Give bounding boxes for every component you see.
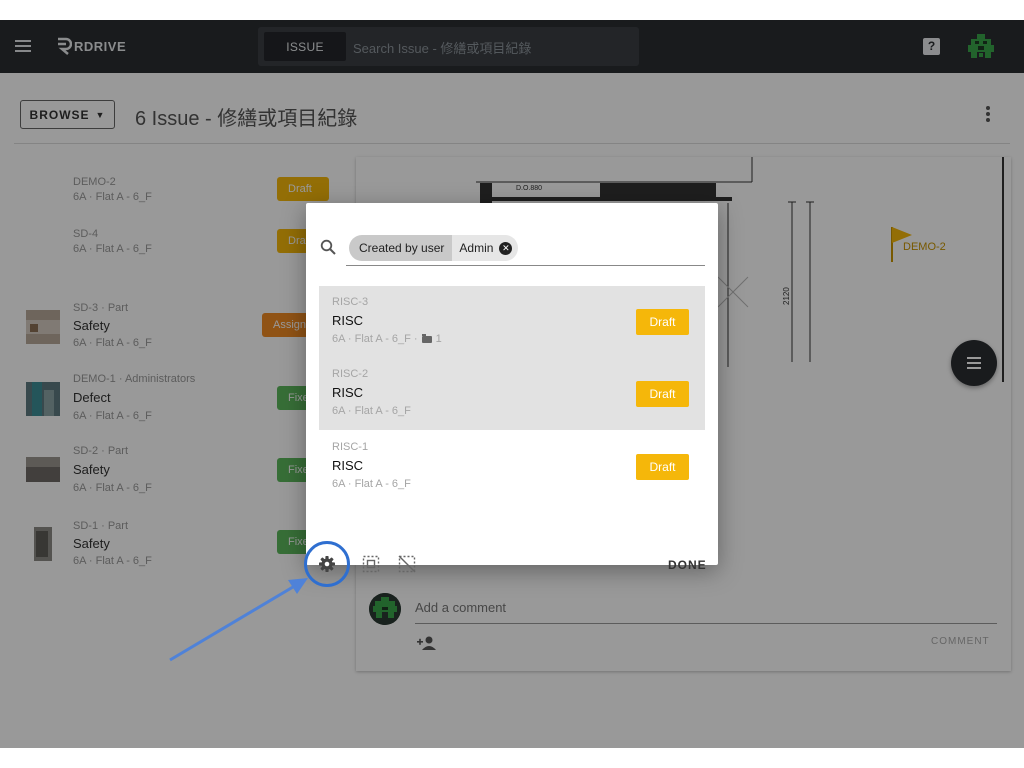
result-location: 6A · Flat A - 6_F · 1 [332, 333, 442, 345]
status-badge: Draft [636, 454, 689, 480]
result-type: RISC [332, 385, 364, 400]
search-icon [320, 239, 336, 255]
result-type: RISC [332, 313, 364, 328]
issue-filter-dialog: Created by user Admin ✕ RISC-3 RISC 6A ·… [306, 203, 718, 573]
result-ref: RISC-3 [332, 296, 369, 308]
filter-chip-label: Created by user [349, 235, 453, 261]
status-badge: Draft [636, 381, 689, 407]
select-all-icon[interactable] [362, 555, 380, 573]
result-location: 6A · Flat A - 6_F [332, 405, 411, 417]
result-ref: RISC-2 [332, 368, 369, 380]
filter-chip-value: Admin ✕ [452, 235, 519, 261]
close-circle-icon[interactable]: ✕ [499, 241, 513, 255]
result-item[interactable]: RISC-1 RISC 6A · Flat A - 6_F Draft [319, 431, 705, 503]
status-badge: Draft [636, 309, 689, 335]
result-item[interactable]: RISC-2 RISC 6A · Flat A - 6_F Draft [319, 358, 705, 430]
attachment-count: 1 [435, 333, 442, 345]
result-location-text: 6A · Flat A - 6_F · [332, 333, 418, 345]
filter-chip[interactable]: Created by user Admin ✕ [349, 235, 519, 261]
app-window: RDRIVE ISSUE Search Issue - 修繕或項目紀錄 ? BR… [0, 20, 1024, 748]
folder-icon [421, 333, 432, 343]
result-type: RISC [332, 458, 364, 473]
filter-input-underline [346, 265, 705, 266]
result-item[interactable]: RISC-3 RISC 6A · Flat A - 6_F · 1 Draft [319, 286, 705, 358]
deselect-icon[interactable] [398, 555, 416, 573]
result-location: 6A · Flat A - 6_F [332, 478, 411, 490]
annotation-arrow-icon [169, 578, 308, 662]
result-ref: RISC-1 [332, 441, 369, 453]
done-button[interactable]: DONE [668, 558, 707, 572]
filter-chip-value-text: Admin [459, 241, 494, 255]
